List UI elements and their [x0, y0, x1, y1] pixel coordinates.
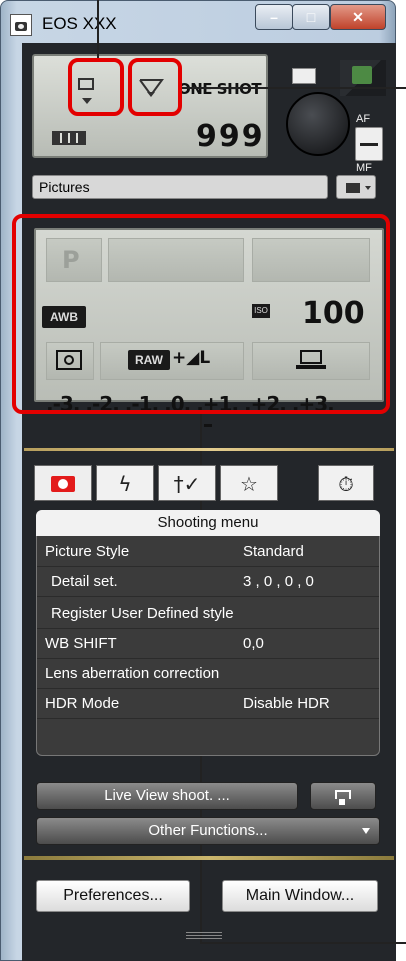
chevron-down-icon — [362, 828, 370, 834]
exposure-level-marker — [204, 424, 212, 427]
mf-label: MF — [356, 162, 372, 174]
menu-row-value: 3 , 0 , 0 , 0 — [243, 573, 314, 590]
menu-row-label: Picture Style — [45, 543, 130, 560]
camera-icon — [51, 476, 75, 492]
camera-app-icon — [10, 14, 32, 36]
section-divider — [24, 448, 394, 451]
menu-row-picture-style[interactable]: Picture Style Standard — [37, 537, 379, 567]
tab-flash[interactable]: ϟ — [96, 465, 154, 501]
movie-icon[interactable] — [310, 782, 376, 810]
shooting-menu-title: Shooting menu — [36, 510, 380, 536]
af-mode-text[interactable]: ONE SHOT — [178, 80, 262, 98]
main-window-button[interactable]: Main Window... — [222, 880, 378, 912]
menu-row-register-user-style[interactable]: Register User Defined style — [37, 599, 379, 629]
camera-settings-icon[interactable] — [340, 60, 386, 96]
minimize-button[interactable]: – — [255, 4, 293, 30]
section-divider — [24, 856, 394, 860]
shutter-button[interactable] — [286, 92, 350, 156]
menu-row-label: Detail set. — [51, 573, 118, 590]
window-title: EOS XXX — [42, 14, 117, 33]
menu-row-label: HDR Mode — [45, 695, 120, 712]
menu-row-detail-set[interactable]: Detail set. 3 , 0 , 0 , 0 — [37, 567, 379, 597]
other-functions-dropdown[interactable]: Other Functions... — [36, 817, 380, 845]
menu-row-lens-aberration[interactable]: Lens aberration correction — [37, 659, 379, 689]
tab-shooting[interactable] — [34, 465, 92, 501]
maximize-button[interactable]: □ — [292, 4, 330, 30]
menu-row-label: Register User Defined style — [51, 605, 234, 622]
battery-icon — [52, 131, 86, 145]
star-icon: ☆ — [240, 472, 258, 496]
tab-tools[interactable]: †✓ — [158, 465, 216, 501]
menu-row-value: 0,0 — [243, 635, 264, 652]
title-bar[interactable]: EOS XXX – □ ✕ — [0, 0, 396, 40]
shots-remaining: 999 — [196, 119, 265, 154]
live-view-button[interactable]: Live View shoot. ... — [36, 782, 298, 810]
menu-row-wb-shift[interactable]: WB SHIFT 0,0 — [37, 629, 379, 659]
tools-icon: †✓ — [173, 472, 201, 496]
resize-grip-icon[interactable] — [186, 932, 222, 940]
lcd-toggle-icon[interactable] — [292, 68, 316, 84]
close-button[interactable]: ✕ — [330, 4, 386, 30]
tab-timer[interactable]: ⏱ — [318, 465, 374, 501]
callout-line — [200, 942, 406, 944]
tab-my-menu[interactable]: ☆ — [220, 465, 278, 501]
destination-folder-field[interactable]: Pictures — [32, 175, 328, 199]
flash-icon: ϟ — [118, 472, 132, 496]
annotation-box-drive-mode — [68, 58, 124, 116]
preferences-button[interactable]: Preferences... — [36, 880, 190, 912]
menu-row-label: Lens aberration correction — [45, 665, 220, 682]
menu-row-value: Standard — [243, 543, 304, 560]
annotation-box-af-point — [128, 58, 182, 116]
af-mf-switch[interactable] — [355, 127, 383, 161]
menu-row-hdr-mode[interactable]: HDR Mode Disable HDR — [37, 689, 379, 719]
timer-icon: ⏱ — [338, 472, 354, 496]
callout-line — [97, 0, 99, 58]
folder-select-button[interactable] — [336, 175, 376, 199]
callout-line — [182, 87, 406, 89]
menu-row-label: WB SHIFT — [45, 635, 117, 652]
af-label: AF — [356, 113, 371, 125]
menu-row-value: Disable HDR — [243, 695, 330, 712]
annotation-box-main-lcd — [12, 214, 390, 414]
